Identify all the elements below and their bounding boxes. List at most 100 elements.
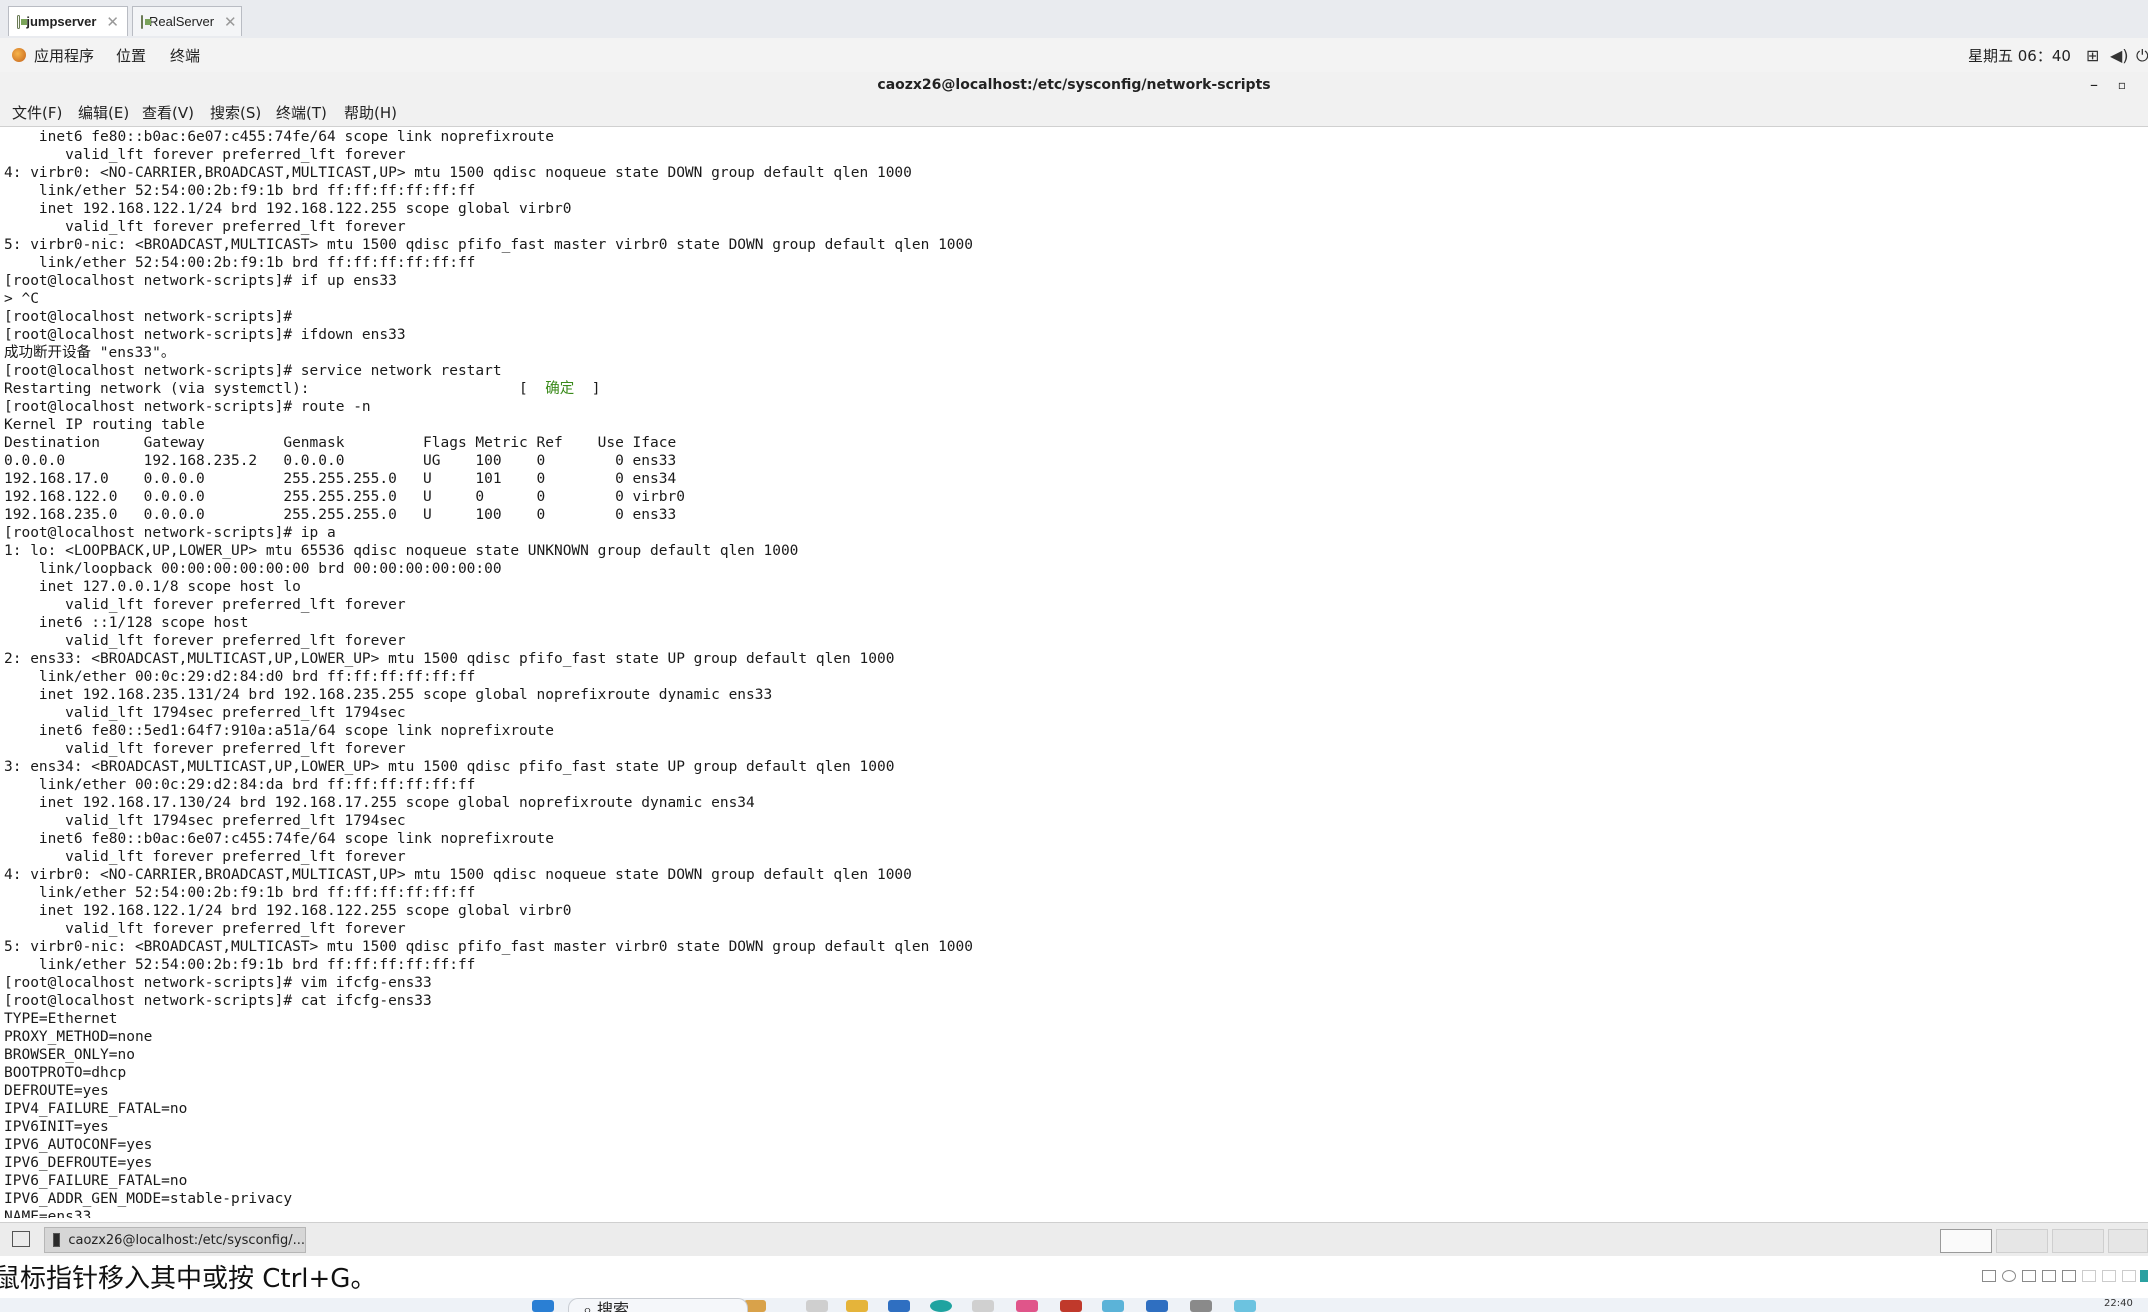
app-icon[interactable] [1102, 1300, 1124, 1312]
terminal-line: valid_lft forever preferred_lft forever [4, 741, 406, 757]
workspace-4[interactable] [2108, 1229, 2148, 1253]
terminal-line: 4: virbr0: <NO-CARRIER,BROADCAST,MULTICA… [4, 867, 912, 883]
guest-taskbar: caozx26@localhost:/etc/sysconfig/... [0, 1222, 2148, 1257]
device-icon[interactable] [2122, 1270, 2136, 1282]
terminal-line: [root@localhost network-scripts]# cat if… [4, 993, 432, 1009]
app-icon[interactable] [1060, 1300, 1082, 1312]
vm-tab-jumpserver[interactable]: jumpserver ✕ [8, 6, 128, 36]
minimize-icon[interactable]: – [2090, 72, 2098, 98]
terminal-line: IPV6INIT=yes [4, 1119, 109, 1135]
host-search-box[interactable]: ⌕ 搜索 [568, 1298, 748, 1312]
terminal-line: inet 192.168.122.1/24 brd 192.168.122.25… [4, 903, 572, 919]
device-icon[interactable] [2082, 1270, 2096, 1282]
vm-icon [17, 14, 29, 29]
status-icon[interactable] [2140, 1270, 2148, 1282]
terminal-line: [root@localhost network-scripts]# ip a [4, 525, 336, 541]
app-icon[interactable] [1190, 1300, 1212, 1312]
show-desktop-icon[interactable] [12, 1231, 30, 1247]
terminal-line: [root@localhost network-scripts]# [4, 309, 293, 325]
app-icon[interactable] [1234, 1300, 1256, 1312]
terminal-line: 192.168.17.0 0.0.0.0 255.255.255.0 U 101… [4, 471, 677, 487]
menu-edit[interactable]: 编辑(E) [78, 102, 129, 123]
terminal-line: BOOTPROTO=dhcp [4, 1065, 127, 1081]
terminal-line: link/ether 52:54:00:2b:f9:1b brd ff:ff:f… [4, 255, 476, 271]
device-icon[interactable] [1982, 1270, 1996, 1282]
workspace-1[interactable] [1940, 1229, 1992, 1253]
terminal-line: valid_lft forever preferred_lft forever [4, 921, 406, 937]
search-label: 搜索 [597, 1300, 630, 1312]
terminal-line: valid_lft forever preferred_lft forever [4, 849, 406, 865]
vm-icon [141, 14, 151, 29]
status-ok: 确定 [545, 381, 575, 397]
terminal-line: IPV6_AUTOCONF=yes [4, 1137, 153, 1153]
app-icon[interactable] [1146, 1300, 1168, 1312]
device-icon[interactable] [2062, 1270, 2076, 1282]
network-icon[interactable]: ⊞ [2086, 46, 2099, 65]
device-icon[interactable] [2002, 1270, 2016, 1282]
power-icon[interactable]: ⏻ [2136, 46, 2148, 66]
menu-help[interactable]: 帮助(H) [344, 102, 397, 123]
workspace-2[interactable] [1996, 1229, 2048, 1253]
gnome-top-bar: 应用程序 位置 终端 星期五 06：40 ⊞ ◀) ⏻ [0, 38, 2148, 73]
vm-tab-realserver[interactable]: RealServer ✕ [132, 6, 242, 36]
terminal-line: valid_lft forever preferred_lft forever [4, 633, 406, 649]
terminal-line: DEFROUTE=yes [4, 1083, 109, 1099]
terminal-line: inet6 ::1/128 scope host [4, 615, 249, 631]
terminal-line: BROWSER_ONLY=no [4, 1047, 135, 1063]
terminal-line: inet 127.0.0.1/8 scope host lo [4, 579, 301, 595]
device-icon[interactable] [2102, 1270, 2116, 1282]
terminal-line: Kernel IP routing table [4, 417, 205, 433]
menu-applications[interactable]: 应用程序 [34, 45, 94, 66]
taskbar-window-item[interactable]: caozx26@localhost:/etc/sysconfig/... [44, 1227, 306, 1253]
menu-terminal[interactable]: 终端 [170, 45, 200, 66]
terminal-line: [root@localhost network-scripts]# vim if… [4, 975, 432, 991]
app-icon[interactable] [806, 1300, 828, 1312]
close-icon[interactable]: ✕ [224, 13, 237, 31]
release-hint: 鼠标指针移入其中或按 Ctrl+G。 [0, 1264, 377, 1294]
folder-icon[interactable] [846, 1300, 868, 1312]
browser-icon[interactable] [930, 1300, 952, 1312]
store-icon[interactable] [888, 1300, 910, 1312]
terminal-line: 0.0.0.0 192.168.235.2 0.0.0.0 UG 100 0 0… [4, 453, 677, 469]
clock[interactable]: 星期五 06：40 [1968, 45, 2071, 66]
terminal-line: valid_lft forever preferred_lft forever [4, 219, 406, 235]
terminal-line: NAME=ens33 [4, 1209, 92, 1218]
terminal-line: [root@localhost network-scripts]# servic… [4, 363, 502, 379]
terminal-line: 192.168.235.0 0.0.0.0 255.255.255.0 U 10… [4, 507, 677, 523]
app-icon[interactable] [972, 1300, 994, 1312]
menu-places[interactable]: 位置 [116, 45, 146, 66]
terminal-lines: inet6 fe80::b0ac:6e07:c455:74fe/64 scope… [4, 128, 2144, 1218]
terminal-line: 3: ens34: <BROADCAST,MULTICAST,UP,LOWER_… [4, 759, 895, 775]
device-icon[interactable] [2042, 1270, 2056, 1282]
terminal-output[interactable]: inet6 fe80::b0ac:6e07:c455:74fe/64 scope… [4, 128, 2144, 1218]
menu-file[interactable]: 文件(F) [12, 102, 62, 123]
terminal-line: TYPE=Ethernet [4, 1011, 118, 1027]
menu-view[interactable]: 查看(V) [142, 102, 194, 123]
terminal-line: IPV6_DEFROUTE=yes [4, 1155, 153, 1171]
menu-terminal-t[interactable]: 终端(T) [276, 102, 327, 123]
terminal-line: valid_lft 1794sec preferred_lft 1794sec [4, 813, 406, 829]
terminal-line: 192.168.122.0 0.0.0.0 255.255.255.0 U 0 … [4, 489, 685, 505]
terminal-line: link/ether 00:0c:29:d2:84:da brd ff:ff:f… [4, 777, 476, 793]
terminal-line: valid_lft 1794sec preferred_lft 1794sec [4, 705, 406, 721]
start-icon[interactable] [532, 1300, 554, 1312]
taskbar-window-label: caozx26@localhost:/etc/sysconfig/... [68, 1232, 305, 1248]
terminal-line: Restarting network (via systemctl): [ 确定… [4, 381, 601, 397]
terminal-line: link/ether 52:54:00:2b:f9:1b brd ff:ff:f… [4, 183, 476, 199]
close-icon[interactable]: ✕ [106, 13, 119, 31]
window-title: caozx26@localhost:/etc/sysconfig/network… [0, 72, 2148, 98]
terminal-line: [root@localhost network-scripts]# route … [4, 399, 371, 415]
device-icon[interactable] [2022, 1270, 2036, 1282]
host-clock: 22:40 [2104, 1298, 2133, 1309]
app-icon[interactable] [1016, 1300, 1038, 1312]
terminal-line: Destination Gateway Genmask Flags Metric… [4, 435, 677, 451]
terminal-line: 4: virbr0: <NO-CARRIER,BROADCAST,MULTICA… [4, 165, 912, 181]
maximize-icon[interactable]: ▫ [2118, 72, 2126, 98]
terminal-line: link/ether 00:0c:29:d2:84:d0 brd ff:ff:f… [4, 669, 476, 685]
terminal-line: valid_lft forever preferred_lft forever [4, 597, 406, 613]
volume-icon[interactable]: ◀) [2110, 46, 2129, 65]
menu-search[interactable]: 搜索(S) [210, 102, 261, 123]
workspace-3[interactable] [2052, 1229, 2104, 1253]
vm-tab-strip: jumpserver ✕ RealServer ✕ [0, 0, 2148, 39]
terminal-line: inet 192.168.235.131/24 brd 192.168.235.… [4, 687, 773, 703]
